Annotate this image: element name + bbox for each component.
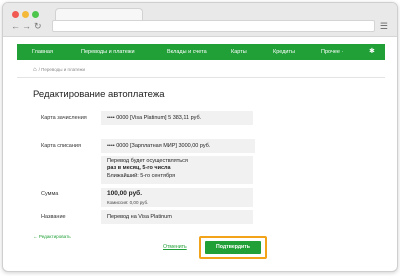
schedule-line-1: Перевод будет осуществляться bbox=[107, 158, 188, 164]
main-nav: Главная Переводы и платежи Вклады и счет… bbox=[17, 44, 385, 60]
credit-card-value: •••• 0000 [Visa Platinum] 5 383,11 руб. bbox=[107, 115, 202, 121]
name-value: Перевод на Visa Platinum bbox=[107, 214, 172, 220]
cancel-link[interactable]: Отменить bbox=[163, 244, 187, 250]
confirm-button[interactable]: Подтвердить bbox=[205, 241, 261, 254]
nav-item-home[interactable]: Главная bbox=[32, 44, 53, 60]
debit-card-value: •••• 0000 [Зарплатная МИР] 3000,00 руб. bbox=[107, 143, 211, 149]
browser-tab[interactable] bbox=[55, 8, 143, 20]
back-arrow-icon[interactable]: ← bbox=[11, 21, 20, 31]
breadcrumb-current[interactable]: Переводы и платежи bbox=[41, 67, 85, 72]
divider bbox=[17, 77, 385, 78]
debit-card-label: Карта списания bbox=[41, 143, 81, 149]
nav-item-credits[interactable]: Кредиты bbox=[273, 44, 295, 60]
schedule-next-date: Ближайший: 5-го сентября bbox=[107, 173, 176, 179]
schedule-frequency: раз в месяц, 5-го числа bbox=[107, 165, 171, 171]
nav-item-cards[interactable]: Карты bbox=[231, 44, 247, 60]
browser-window: ← → ↻ ☰ Главная Переводы и платежи Вклад… bbox=[2, 2, 398, 272]
home-icon[interactable]: ⌂ bbox=[33, 67, 37, 73]
breadcrumb-separator: / bbox=[38, 67, 40, 72]
nav-item-transfers[interactable]: Переводы и платежи bbox=[81, 44, 135, 60]
confirm-highlight: Подтвердить bbox=[199, 236, 267, 259]
amount-label: Сумма bbox=[41, 191, 59, 197]
credit-card-label: Карта зачисления bbox=[41, 115, 87, 121]
breadcrumb: ⌂ / Переводы и платежи bbox=[33, 67, 85, 73]
commission-text: Комиссия: 0,00 руб. bbox=[107, 200, 149, 205]
nav-item-deposits[interactable]: Вклады и счета bbox=[167, 44, 207, 60]
address-bar[interactable] bbox=[52, 20, 375, 32]
gear-icon[interactable]: ✱ bbox=[369, 44, 375, 60]
forward-arrow-icon[interactable]: → bbox=[22, 21, 31, 31]
close-window-dot[interactable] bbox=[12, 11, 19, 18]
minimize-window-dot[interactable] bbox=[22, 11, 29, 18]
reload-icon[interactable]: ↻ bbox=[34, 21, 42, 31]
edit-back-link[interactable]: ← Редактировать bbox=[33, 234, 71, 239]
name-label: Название bbox=[41, 214, 66, 220]
amount-value: 100,00 руб. bbox=[107, 190, 143, 197]
page-title: Редактирование автоплатежа bbox=[33, 89, 165, 100]
nav-item-other[interactable]: Прочее · bbox=[321, 44, 343, 60]
maximize-window-dot[interactable] bbox=[32, 11, 39, 18]
browser-menu-icon[interactable]: ☰ bbox=[380, 21, 388, 31]
browser-chrome: ← → ↻ ☰ bbox=[3, 3, 397, 37]
